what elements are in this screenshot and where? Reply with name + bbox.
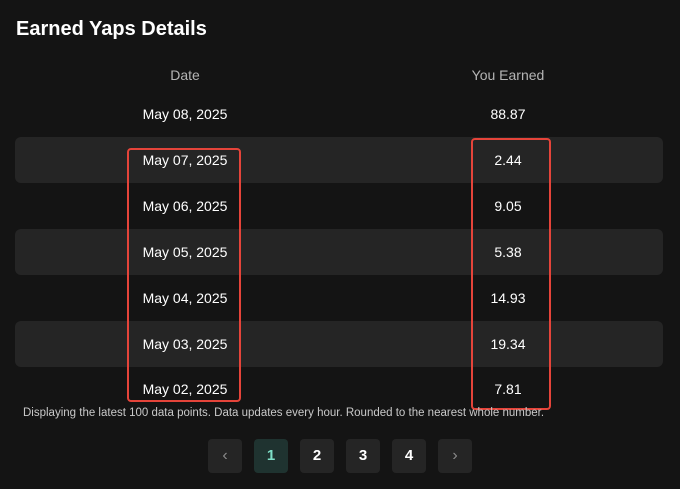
- row-date: May 06, 2025: [142, 198, 228, 214]
- table-row: May 04, 2025 14.93: [15, 275, 663, 321]
- row-earned: 19.34: [490, 336, 526, 352]
- page-button-4[interactable]: 4: [392, 439, 426, 473]
- page-button-1[interactable]: 1: [254, 439, 288, 473]
- data-footnote: Displaying the latest 100 data points. D…: [23, 407, 545, 419]
- column-header-you-earned: You Earned: [471, 67, 545, 83]
- page-title: Earned Yaps Details: [16, 18, 207, 40]
- row-earned: 14.93: [490, 290, 526, 306]
- row-date: May 08, 2025: [142, 106, 228, 122]
- table-row: May 03, 2025 19.34: [15, 321, 663, 367]
- row-date: May 07, 2025: [142, 152, 228, 168]
- row-earned: 2.44: [494, 152, 522, 168]
- row-earned: 7.81: [494, 381, 522, 397]
- next-page-button[interactable]: ›: [438, 439, 472, 473]
- table-row: May 06, 2025 9.05: [15, 183, 663, 229]
- table-row: May 02, 2025 7.81: [15, 366, 663, 412]
- row-date: May 03, 2025: [142, 336, 228, 352]
- page-button-2[interactable]: 2: [300, 439, 334, 473]
- row-earned: 88.87: [490, 106, 526, 122]
- table-row: May 05, 2025 5.38: [15, 229, 663, 275]
- prev-page-button[interactable]: ‹: [208, 439, 242, 473]
- page-button-3[interactable]: 3: [346, 439, 380, 473]
- table-row: May 08, 2025 88.87: [15, 91, 663, 137]
- row-date: May 04, 2025: [142, 290, 228, 306]
- row-earned: 5.38: [494, 244, 522, 260]
- table-row: May 07, 2025 2.44: [15, 137, 663, 183]
- row-date: May 05, 2025: [142, 244, 228, 260]
- column-header-date: Date: [170, 67, 200, 83]
- row-date: May 02, 2025: [142, 381, 228, 397]
- pagination: ‹ 1 2 3 4 ›: [208, 439, 472, 473]
- row-earned: 9.05: [494, 198, 522, 214]
